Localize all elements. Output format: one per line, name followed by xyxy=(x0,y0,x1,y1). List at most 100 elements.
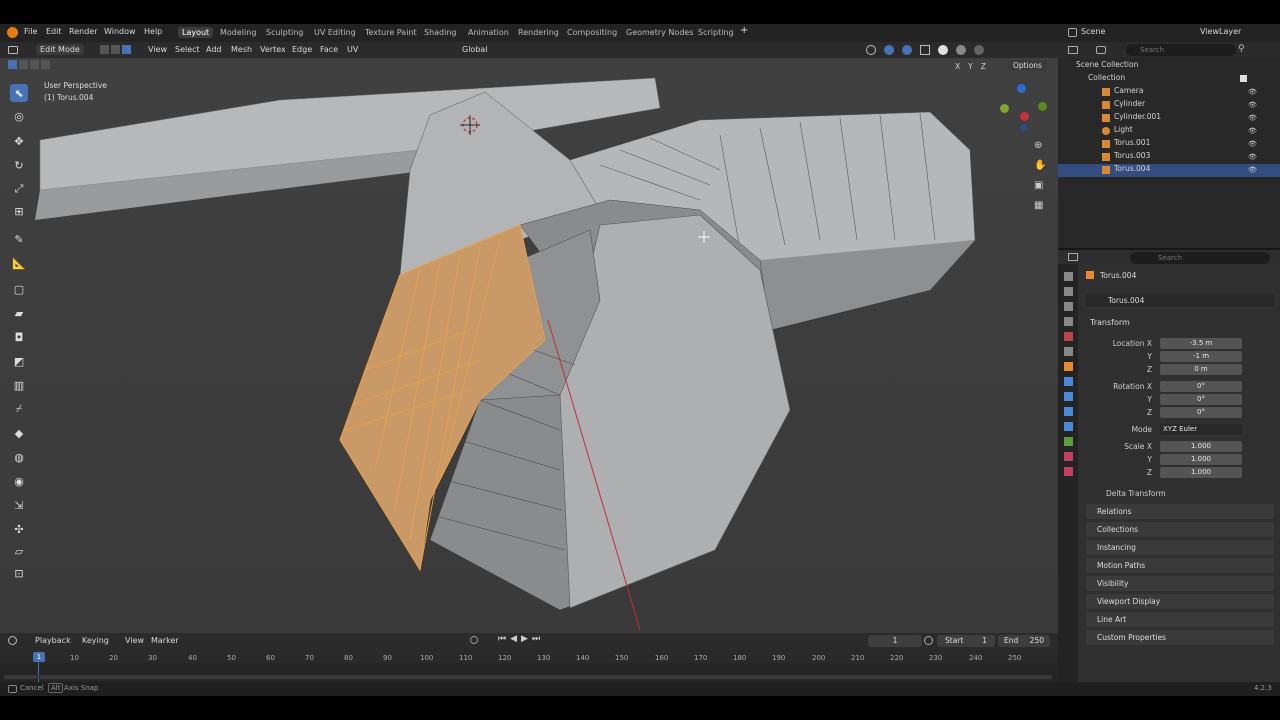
instancing-panel[interactable]: Instancing xyxy=(1086,540,1274,555)
rotation-y-field[interactable]: 0° xyxy=(1160,394,1242,405)
add-workspace-icon[interactable]: + xyxy=(740,25,748,36)
annotate-tool-icon[interactable]: ✎ xyxy=(10,230,28,248)
tab-shading[interactable]: Shading xyxy=(420,27,461,38)
properties-type-icon[interactable] xyxy=(1068,253,1078,261)
outliner-collection[interactable]: Collection xyxy=(1058,73,1280,86)
axis-x-toggle[interactable]: X xyxy=(955,62,960,71)
editor-type-icon[interactable] xyxy=(8,46,18,54)
shear-tool-icon[interactable]: ▱ xyxy=(10,542,28,560)
select-subtract-icon[interactable] xyxy=(30,60,39,69)
orientation-dropdown[interactable]: Global xyxy=(462,45,488,54)
filter-icon[interactable]: ⚲ xyxy=(1238,44,1245,54)
outliner-item-torus-004[interactable]: Torus.004 xyxy=(1058,164,1280,177)
outliner-search-input[interactable]: Search xyxy=(1126,44,1236,56)
cursor-tool-icon[interactable]: ◎ xyxy=(10,107,28,125)
location-x-field[interactable]: -3.5 m xyxy=(1160,338,1242,349)
eye-icon[interactable]: 👁 xyxy=(1248,114,1257,122)
navigation-gizmo[interactable] xyxy=(998,82,1050,134)
scale-x-field[interactable]: 1.000 xyxy=(1160,441,1242,452)
gizmo-z-icon[interactable] xyxy=(1017,84,1026,93)
material-shading-icon[interactable] xyxy=(956,45,966,55)
eye-icon[interactable]: 👁 xyxy=(1248,127,1257,135)
eye-icon[interactable]: 👁 xyxy=(1248,153,1257,161)
rotation-z-field[interactable]: 0° xyxy=(1160,407,1242,418)
properties-search-input[interactable]: Search xyxy=(1130,252,1270,264)
face-select-icon[interactable] xyxy=(122,45,131,54)
timeline-editor-icon[interactable] xyxy=(8,636,17,645)
transform-panel-header[interactable]: Transform xyxy=(1090,318,1130,327)
timeline-menu-keying[interactable]: Keying xyxy=(82,636,109,645)
vp-menu-uv[interactable]: UV xyxy=(347,45,358,54)
bevel-tool-icon[interactable]: ◩ xyxy=(10,352,28,370)
menu-file[interactable]: File xyxy=(24,27,37,36)
mode-dropdown[interactable]: Edit Mode xyxy=(36,44,84,55)
menu-render[interactable]: Render xyxy=(69,27,97,36)
outliner-item-torus-001[interactable]: Torus.001 xyxy=(1058,138,1280,151)
edge-select-icon[interactable] xyxy=(111,45,120,54)
vp-menu-face[interactable]: Face xyxy=(320,45,338,54)
motion-paths-panel[interactable]: Motion Paths xyxy=(1086,558,1274,573)
rip-tool-icon[interactable]: ⊡ xyxy=(10,564,28,582)
transform-tool-icon[interactable]: ⊞ xyxy=(10,202,28,220)
rotation-x-field[interactable]: 0° xyxy=(1160,381,1242,392)
solid-shading-icon[interactable] xyxy=(938,45,948,55)
timeline[interactable]: 1 10 20 30 40 50 60 70 80 90 100 110 120… xyxy=(0,649,1058,682)
camera-view-icon[interactable]: ▣ xyxy=(1034,180,1046,191)
collection-checkbox-icon[interactable] xyxy=(1240,75,1247,82)
next-key-icon[interactable]: ⏭ xyxy=(532,634,544,644)
outliner-item-cylinder-001[interactable]: Cylinder.001 xyxy=(1058,112,1280,125)
outliner-item-torus-003[interactable]: Torus.003 xyxy=(1058,151,1280,164)
outliner-item-camera[interactable]: Camera xyxy=(1058,86,1280,99)
custom-properties-panel[interactable]: Custom Properties xyxy=(1086,630,1274,645)
eye-icon[interactable]: 👁 xyxy=(1248,166,1257,174)
move-tool-icon[interactable]: ✥ xyxy=(10,132,28,150)
visibility-panel[interactable]: Visibility xyxy=(1086,576,1274,591)
vertex-select-icon[interactable] xyxy=(100,45,109,54)
jump-start-icon[interactable]: ⏮ xyxy=(498,634,510,644)
timeline-menu-view[interactable]: View xyxy=(125,636,144,645)
eye-icon[interactable]: 👁 xyxy=(1248,101,1257,109)
current-frame-field[interactable]: 1 xyxy=(868,635,922,647)
gizmo-z-neg-icon[interactable] xyxy=(1020,124,1027,131)
overlay-icon[interactable] xyxy=(866,45,876,55)
scale-z-field[interactable]: 1.000 xyxy=(1160,467,1242,478)
timeline-scrollbar[interactable] xyxy=(4,675,1052,679)
add-cube-tool-icon[interactable]: ▢ xyxy=(10,280,28,298)
tab-scripting[interactable]: Scripting xyxy=(694,27,738,38)
xray-icon[interactable] xyxy=(902,45,912,55)
options-dropdown[interactable]: Options xyxy=(1008,60,1047,71)
vp-menu-vertex[interactable]: Vertex xyxy=(260,45,286,54)
line-art-panel[interactable]: Line Art xyxy=(1086,612,1274,627)
timeline-menu-marker[interactable]: Marker xyxy=(151,636,179,645)
timeline-menu-playback[interactable]: Playback xyxy=(35,636,71,645)
vp-menu-mesh[interactable]: Mesh xyxy=(231,45,252,54)
tab-layout[interactable]: Layout xyxy=(178,27,214,38)
knife-tool-icon[interactable]: ⌿ xyxy=(10,400,28,418)
spin-tool-icon[interactable]: ◍ xyxy=(10,448,28,466)
select-box-tool-icon[interactable]: ⬉ xyxy=(10,84,28,102)
relations-panel[interactable]: Relations xyxy=(1086,504,1274,519)
location-y-field[interactable]: -1 m xyxy=(1160,351,1242,362)
outliner-item-cylinder[interactable]: Cylinder xyxy=(1058,99,1280,112)
vp-menu-add[interactable]: Add xyxy=(206,45,222,54)
select-invert-icon[interactable] xyxy=(41,60,50,69)
eye-icon[interactable]: 👁 xyxy=(1248,88,1257,96)
tab-texture-paint[interactable]: Texture Paint xyxy=(361,27,421,38)
tool-tab-icon[interactable] xyxy=(1063,272,1073,281)
axis-y-toggle[interactable]: Y xyxy=(968,62,973,71)
gizmo-icon[interactable] xyxy=(884,45,894,55)
poly-build-tool-icon[interactable]: ◆ xyxy=(10,424,28,442)
gizmo-y-neg-icon[interactable] xyxy=(1038,102,1047,111)
zoom-icon[interactable]: ⊕ xyxy=(1034,140,1046,151)
render-tab-icon[interactable] xyxy=(1063,287,1073,296)
prev-key-icon[interactable]: ◀ xyxy=(510,634,521,644)
gizmo-x-icon[interactable] xyxy=(1020,112,1029,121)
output-tab-icon[interactable] xyxy=(1063,302,1073,311)
rotate-tool-icon[interactable]: ↻ xyxy=(10,156,28,174)
wireframe-shading-icon[interactable] xyxy=(920,45,930,55)
shrink-fatten-tool-icon[interactable]: ✣ xyxy=(10,520,28,538)
smooth-tool-icon[interactable]: ◉ xyxy=(10,472,28,490)
start-frame-field[interactable]: Start 1 xyxy=(937,635,995,647)
viewport-display-panel[interactable]: Viewport Display xyxy=(1086,594,1274,609)
menu-window[interactable]: Window xyxy=(104,27,136,36)
